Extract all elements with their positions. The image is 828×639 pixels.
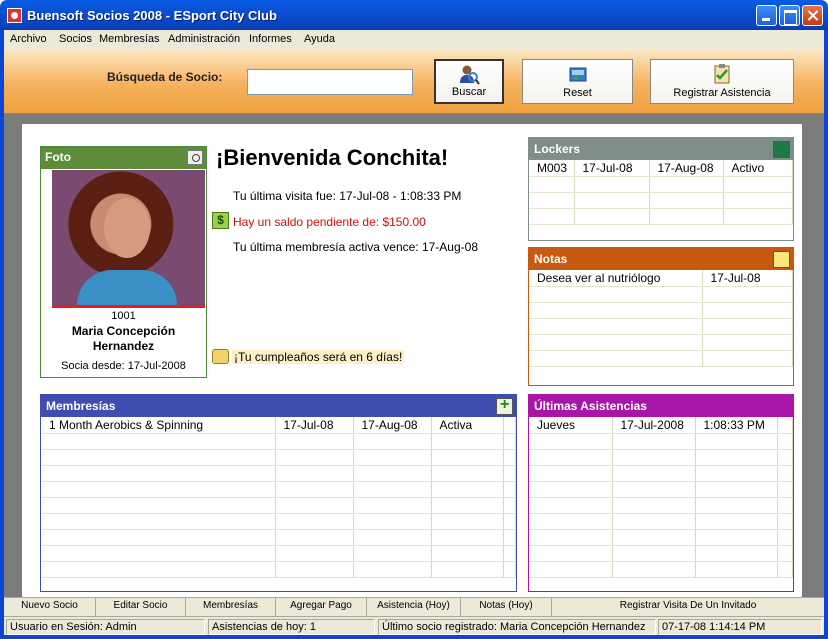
search-toolbar: Búsqueda de Socio: Buscar Reset Registra… <box>4 49 824 114</box>
minimize-button[interactable] <box>756 5 777 26</box>
reset-label: Reset <box>563 87 592 99</box>
maximize-button[interactable] <box>779 5 800 26</box>
locker-icon[interactable] <box>773 141 790 158</box>
dollar-icon[interactable]: $ <box>212 212 229 229</box>
photo-status-bar <box>52 305 205 308</box>
birthday-cake-icon <box>212 349 229 364</box>
foto-header: Foto <box>41 147 206 169</box>
table-row[interactable]: Desea ver al nutriólogo 17-Jul-08 <box>529 270 793 287</box>
clipboard-check-icon <box>714 64 730 84</box>
membership-expiry-text: Tu última membresía activa vence: 17-Aug… <box>233 240 478 254</box>
buscar-label: Buscar <box>451 86 487 98</box>
membresias-panel: Membresías 1 Month Aerobics & Spinning 1… <box>40 394 517 592</box>
nota-date: 17-Jul-08 <box>702 270 793 287</box>
locker-end: 17-Aug-08 <box>649 160 724 177</box>
search-user-icon <box>460 65 480 85</box>
menu-socios[interactable]: Socios <box>59 33 92 45</box>
status-user: Usuario en Sesión: Admin <box>6 619 205 635</box>
membresias-table: 1 Month Aerobics & Spinning 17-Jul-08 17… <box>41 417 516 578</box>
menu-bar: Archivo Socios Membresías Administración… <box>4 30 824 49</box>
menu-archivo[interactable]: Archivo <box>10 33 47 45</box>
socio-desde: Socia desde: 17-Jul-2008 <box>61 360 186 372</box>
asistencias-table: Jueves 17-Jul-2008 1:08:33 PM <box>529 417 793 578</box>
socio-id: 1001 <box>111 310 136 322</box>
foto-panel: Foto 1001 Maria Concepción Hernandez Soc… <box>40 146 207 378</box>
reset-icon <box>569 67 586 82</box>
tab-agregar-pago[interactable]: Agregar Pago <box>276 598 367 616</box>
sticky-note-icon[interactable] <box>773 251 790 268</box>
nota-text: Desea ver al nutriólogo <box>529 270 703 287</box>
asistencias-header: Últimas Asistencias <box>529 395 793 417</box>
tab-nuevo-socio[interactable]: Nuevo Socio <box>4 598 96 616</box>
add-membership-icon[interactable] <box>496 396 513 415</box>
welcome-greeting: ¡Bienvenida Conchita! <box>216 145 449 170</box>
notas-panel: Notas Desea ver al nutriólogo 17-Jul-08 <box>528 247 794 386</box>
title-bar[interactable]: Buensoft Socios 2008 - ESport City Club <box>0 0 828 30</box>
foto-title: Foto <box>45 150 71 164</box>
tab-membresias[interactable]: Membresías <box>186 598 276 616</box>
lockers-title: Lockers <box>534 142 581 156</box>
asistencia-date: 17-Jul-2008 <box>612 417 696 434</box>
table-row[interactable]: M003 17-Jul-08 17-Aug-08 Activo <box>529 160 793 177</box>
membership-status: Activa <box>431 417 504 434</box>
balance-text: Hay un saldo pendiente de: $150.00 <box>233 215 426 229</box>
socio-name: Maria Concepción Hernandez <box>71 324 176 353</box>
membresias-header: Membresías <box>41 395 516 417</box>
notas-title: Notas <box>534 252 568 266</box>
asistencia-time: 1:08:33 PM <box>695 417 778 434</box>
tab-registrar-visita-invitado[interactable]: Registrar Visita De Un Invitado <box>552 598 824 616</box>
tab-notas-hoy[interactable]: Notas (Hoy) <box>461 598 552 616</box>
table-row[interactable]: Jueves 17-Jul-2008 1:08:33 PM <box>529 417 793 434</box>
tab-editar-socio[interactable]: Editar Socio <box>96 598 186 616</box>
locker-start: 17-Jul-08 <box>574 160 650 177</box>
asistencias-panel: Últimas Asistencias Jueves 17-Jul-2008 1… <box>528 394 794 592</box>
app-icon <box>7 8 22 23</box>
last-visit-text: Tu última visita fue: 17-Jul-08 - 1:08:3… <box>233 189 462 203</box>
birthday-text: ¡Tu cumpleaños será en 6 días! <box>232 350 405 364</box>
reset-button[interactable]: Reset <box>522 59 633 104</box>
lockers-table: M003 17-Jul-08 17-Aug-08 Activo <box>529 160 793 225</box>
membership-end: 17-Aug-08 <box>353 417 432 434</box>
menu-ayuda[interactable]: Ayuda <box>304 33 335 45</box>
notas-header: Notas <box>529 248 793 270</box>
search-input[interactable] <box>247 69 413 95</box>
buscar-button[interactable]: Buscar <box>434 59 504 104</box>
tab-asistencia-hoy[interactable]: Asistencia (Hoy) <box>367 598 461 616</box>
notas-table: Desea ver al nutriólogo 17-Jul-08 <box>529 270 793 367</box>
status-ultimo-socio: Último socio registrado: Maria Concepció… <box>378 619 656 635</box>
search-label: Búsqueda de Socio: <box>107 70 223 84</box>
status-bar: Usuario en Sesión: Admin Asistencias de … <box>4 616 824 635</box>
menu-membresias[interactable]: Membresías <box>99 33 160 45</box>
action-tabbar: Nuevo Socio Editar Socio Membresías Agre… <box>4 597 824 616</box>
registrar-asistencia-label: Registrar Asistencia <box>673 87 771 99</box>
lockers-panel: Lockers M003 17-Jul-08 17-Aug-08 Activo <box>528 137 794 241</box>
member-photo <box>52 170 205 305</box>
status-datetime: 07-17-08 1:14:14 PM <box>658 619 822 635</box>
close-button[interactable] <box>802 5 823 26</box>
lockers-header: Lockers <box>529 138 793 160</box>
membresias-title: Membresías <box>46 399 116 413</box>
menu-administracion[interactable]: Administración <box>168 33 240 45</box>
menu-informes[interactable]: Informes <box>249 33 292 45</box>
table-row[interactable]: 1 Month Aerobics & Spinning 17-Jul-08 17… <box>41 417 516 434</box>
asistencia-day: Jueves <box>529 417 613 434</box>
camera-icon[interactable] <box>187 150 203 165</box>
registrar-asistencia-button[interactable]: Registrar Asistencia <box>650 59 794 104</box>
asistencias-title: Últimas Asistencias <box>534 399 647 413</box>
window-title: Buensoft Socios 2008 - ESport City Club <box>27 8 277 23</box>
photo-face <box>104 198 150 258</box>
membership-start: 17-Jul-08 <box>275 417 354 434</box>
locker-number: M003 <box>529 160 575 177</box>
status-asistencias-hoy: Asistencias de hoy: 1 <box>208 619 375 635</box>
photo-shirt <box>77 270 177 305</box>
membership-name: 1 Month Aerobics & Spinning <box>41 417 276 434</box>
locker-status: Activo <box>723 160 793 177</box>
